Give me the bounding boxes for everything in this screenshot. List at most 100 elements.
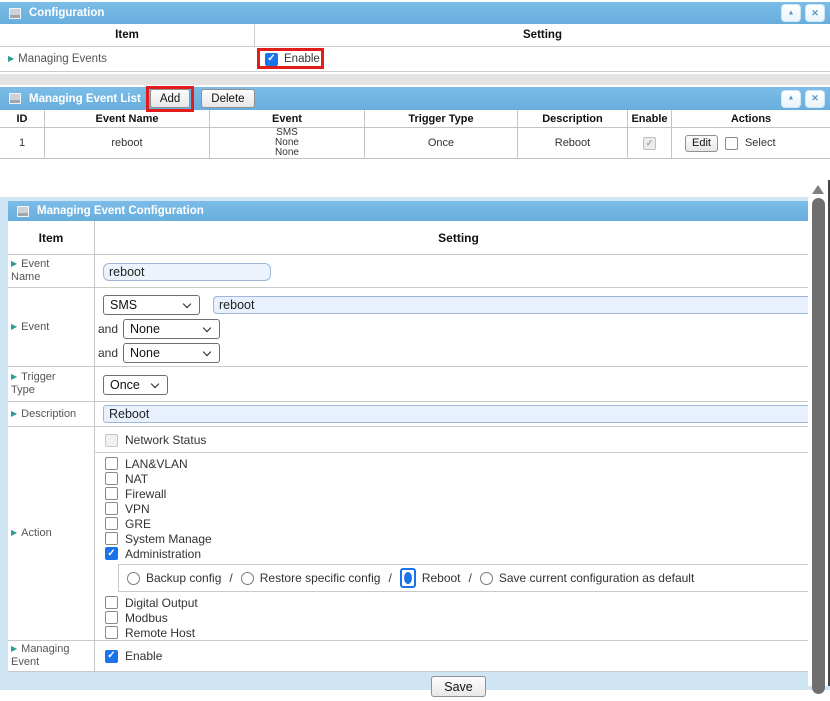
cell-description: Reboot <box>518 128 628 158</box>
chevron-down-icon <box>203 325 213 334</box>
event-and1-select[interactable]: None <box>123 319 220 339</box>
event-type-select[interactable]: SMS <box>103 295 200 315</box>
column-event-name: Event Name <box>45 110 210 127</box>
event-config-header: Managing Event Configuration <box>8 201 822 221</box>
radio-save-current-config[interactable]: Save current configuration as default <box>480 571 694 585</box>
enable-label: Enable <box>125 649 162 663</box>
cell-trigger-type: Once <box>365 128 518 158</box>
trigger-type-select[interactable]: Once <box>103 375 168 395</box>
radio-backup-config[interactable]: Backup config <box>127 571 221 585</box>
event-name-label: ▶Event Name <box>8 255 95 287</box>
firewall-checkbox[interactable]: ✓ <box>105 487 118 500</box>
managing-event-label: ▶Managing Event <box>8 641 95 671</box>
column-description: Description <box>518 110 628 127</box>
event-label: ▶Event <box>8 288 95 366</box>
radio-icon <box>480 572 493 585</box>
close-button[interactable]: ✕ <box>805 4 825 22</box>
cell-event: SMS None None <box>210 128 365 158</box>
radio-icon <box>127 572 140 585</box>
nat-checkbox[interactable]: ✓ <box>105 472 118 485</box>
action-label: ▶Action <box>8 427 95 640</box>
event-list-table-header: ID Event Name Event Trigger Type Descrip… <box>0 110 830 128</box>
event-name-row: ▶Event Name <box>8 255 822 288</box>
managing-events-row: ▶Managing Events ✓ Enable <box>0 47 830 72</box>
event-list-panel: Managing Event List Add Delete ▲ ✕ ID Ev… <box>0 87 830 159</box>
managing-events-enable-checkbox[interactable]: ✓ <box>265 53 278 66</box>
event-name-input[interactable] <box>103 263 271 281</box>
section-divider <box>0 74 830 85</box>
configuration-panel: Configuration ▲ ✕ Item Setting ▶Managing… <box>0 2 830 72</box>
item-arrow-icon: ▶ <box>11 409 17 418</box>
event-config-title: Managing Event Configuration <box>37 205 204 217</box>
column-enable: Enable <box>628 110 672 127</box>
system-manage-checkbox[interactable]: ✓ <box>105 532 118 545</box>
config-table-header: Item Setting <box>8 221 822 255</box>
chevron-down-icon <box>151 381 161 390</box>
digital-output-checkbox[interactable]: ✓ <box>105 596 118 609</box>
item-arrow-icon: ▶ <box>11 528 17 537</box>
administration-checkbox[interactable]: ✓ <box>105 547 118 560</box>
panel-icon <box>17 206 29 217</box>
administration-options: Backup config / Restore specific config … <box>118 564 812 592</box>
radio-reboot[interactable]: Reboot <box>400 568 461 588</box>
modbus-checkbox[interactable]: ✓ <box>105 611 118 624</box>
item-arrow-icon: ▶ <box>11 259 17 268</box>
cell-id: 1 <box>0 128 45 158</box>
enable-label: Enable <box>284 53 320 65</box>
column-item: Item <box>8 221 95 254</box>
chevron-down-icon <box>183 301 193 310</box>
collapse-button[interactable]: ▲ <box>781 90 801 108</box>
column-trigger-type: Trigger Type <box>365 110 518 127</box>
scrollbar-thumb[interactable] <box>812 198 825 694</box>
collapse-icon: ▲ <box>788 95 795 102</box>
scroll-up-arrow-icon[interactable] <box>812 185 824 194</box>
description-input[interactable] <box>103 405 812 423</box>
checkmark-icon: ✓ <box>646 139 654 148</box>
managing-event-enable-checkbox[interactable]: ✓ <box>105 650 118 663</box>
select-checkbox[interactable]: ✓ <box>725 137 738 150</box>
column-id: ID <box>0 110 45 127</box>
table-row: 1 reboot SMS None None Once Reboot ✓ Edi… <box>0 128 830 159</box>
column-setting: Setting <box>255 24 830 46</box>
item-arrow-icon: ▶ <box>11 644 17 653</box>
close-button[interactable]: ✕ <box>805 90 825 108</box>
item-arrow-icon: ▶ <box>8 54 14 63</box>
radio-icon <box>241 572 254 585</box>
event-value-input[interactable] <box>213 296 814 314</box>
save-button[interactable]: Save <box>431 676 486 697</box>
save-area: Save <box>8 672 822 701</box>
event-and2-select[interactable]: None <box>123 343 220 363</box>
and-label: and <box>98 322 118 336</box>
event-list-header: Managing Event List Add Delete ▲ ✕ <box>0 87 830 110</box>
close-icon: ✕ <box>811 8 819 19</box>
configuration-title: Configuration <box>29 7 104 19</box>
description-label: ▶Description <box>8 402 95 426</box>
and-label: and <box>98 346 118 360</box>
vpn-checkbox[interactable]: ✓ <box>105 502 118 515</box>
radio-restore-specific-config[interactable]: Restore specific config <box>241 571 381 585</box>
remote-host-checkbox[interactable]: ✓ <box>105 626 118 639</box>
event-config-table: Item Setting ▶Event Name ▶Event SMS <box>8 221 822 672</box>
network-status-checkbox: ✓ <box>105 434 118 447</box>
edit-button[interactable]: Edit <box>685 135 718 152</box>
collapse-button[interactable]: ▲ <box>781 4 801 22</box>
configuration-table-header: Item Setting <box>0 24 830 47</box>
cell-event-name: reboot <box>45 128 210 158</box>
cell-enable: ✓ <box>628 128 672 158</box>
page: Configuration ▲ ✕ Item Setting ▶Managing… <box>0 0 830 686</box>
close-icon: ✕ <box>811 93 819 104</box>
managing-event-row: ▶Managing Event ✓ Enable <box>8 641 822 672</box>
item-arrow-icon: ▶ <box>11 322 17 331</box>
scrollbar[interactable] <box>808 180 830 686</box>
gre-checkbox[interactable]: ✓ <box>105 517 118 530</box>
delete-button[interactable]: Delete <box>201 89 254 108</box>
lan-vlan-checkbox[interactable]: ✓ <box>105 457 118 470</box>
checkmark-icon: ✓ <box>107 549 115 559</box>
add-button[interactable]: Add <box>150 89 190 108</box>
action-row: ▶Action ✓ Network Status ✓ LAN&VLAN ✓ NA… <box>8 427 822 641</box>
event-config-panel: Managing Event Configuration Item Settin… <box>0 197 830 690</box>
chevron-down-icon <box>203 349 213 358</box>
configuration-header: Configuration ▲ ✕ <box>0 2 830 24</box>
event-row: ▶Event SMS and None <box>8 288 822 367</box>
column-setting: Setting <box>95 221 822 254</box>
